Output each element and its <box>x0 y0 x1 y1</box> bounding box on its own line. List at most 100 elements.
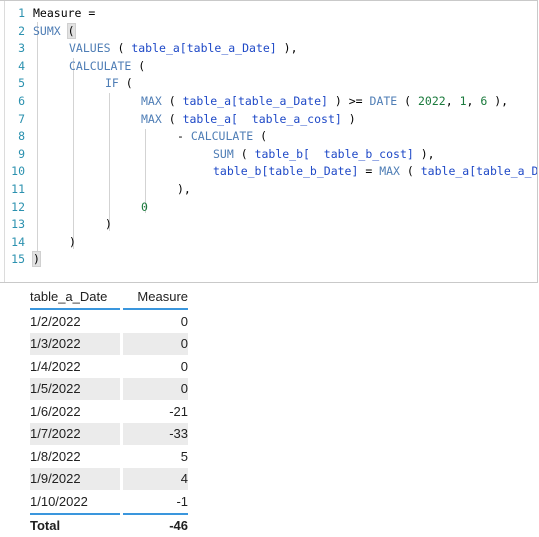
code-text[interactable]: MAX ( table_a[table_a_Date] ) >= DATE ( … <box>25 93 508 111</box>
code-text[interactable]: table_b[table_b_Date] = MAX ( table_a[ta… <box>25 163 538 181</box>
code-token-plain: ( <box>234 147 255 161</box>
code-text[interactable]: ) <box>25 251 40 269</box>
total-row: Total -46 <box>30 514 188 537</box>
code-token-plain: ), <box>277 41 298 55</box>
line-number: 11 <box>5 181 25 199</box>
code-token-plain: ( <box>397 94 418 108</box>
cell-date: 1/3/2022 <box>30 333 120 356</box>
cell-date: 1/10/2022 <box>30 490 120 514</box>
result-grid: table_a_Date Measure 1/2/202201/3/202201… <box>30 288 188 537</box>
code-token-plain: ) <box>342 112 356 126</box>
cell-measure: 4 <box>123 468 188 491</box>
code-text[interactable]: SUMX ( <box>25 23 75 41</box>
code-token-plain: = <box>358 164 379 178</box>
cell-date: 1/7/2022 <box>30 423 120 446</box>
code-token-plain: ( <box>253 129 267 143</box>
code-line[interactable]: 2SUMX ( <box>5 23 537 41</box>
code-line[interactable]: 11), <box>5 181 537 199</box>
code-token-col: table_b[ table_b_cost] <box>255 147 414 161</box>
cell-date: 1/2/2022 <box>30 309 120 333</box>
code-token-col: table_a[table_a_Date] <box>131 41 276 55</box>
code-text[interactable]: 0 <box>25 199 148 217</box>
cell-measure: 0 <box>123 333 188 356</box>
table-row[interactable]: 1/6/2022-21 <box>30 400 188 423</box>
code-token-plain: ), <box>414 147 435 161</box>
code-line[interactable]: 5IF ( <box>5 75 537 93</box>
table-header: table_a_Date Measure <box>30 288 188 309</box>
code-token-plain: Measure = <box>33 6 95 20</box>
cell-measure: -21 <box>123 400 188 423</box>
code-line[interactable]: 12 0 <box>5 199 537 217</box>
table-row[interactable]: 1/7/2022-33 <box>30 423 188 446</box>
code-text[interactable]: VALUES ( table_a[table_a_Date] ), <box>25 40 298 58</box>
total-value: -46 <box>123 514 188 537</box>
code-token-num: 1 <box>460 94 467 108</box>
code-token-num: 0 <box>141 200 148 214</box>
column-header-date[interactable]: table_a_Date <box>30 288 120 309</box>
line-number: 3 <box>5 40 25 58</box>
code-token-col: table_a[table_a_Date] <box>421 164 538 178</box>
code-text[interactable]: ) <box>25 234 76 252</box>
code-token-plain: ) <box>69 235 76 249</box>
line-number: 2 <box>5 23 25 41</box>
code-text[interactable]: Measure = <box>25 5 95 23</box>
line-number: 9 <box>5 146 25 164</box>
table-row[interactable]: 1/5/20220 <box>30 378 188 401</box>
code-text[interactable]: IF ( <box>25 75 133 93</box>
code-line[interactable]: 10table_b[table_b_Date] = MAX ( table_a[… <box>5 163 537 181</box>
measure-result-table[interactable]: table_a_Date Measure 1/2/202201/3/202201… <box>30 288 188 537</box>
line-number: 10 <box>5 163 25 181</box>
table-row[interactable]: 1/10/2022-1 <box>30 490 188 514</box>
table-row[interactable]: 1/2/20220 <box>30 309 188 333</box>
code-token-plain: , <box>446 94 460 108</box>
column-header-measure[interactable]: Measure <box>123 288 188 309</box>
code-line[interactable]: 4CALCULATE ( <box>5 58 537 76</box>
code-line[interactable]: 15) <box>5 251 537 269</box>
header-row: table_a_Date Measure <box>30 288 188 309</box>
code-token-plain: ( <box>162 94 183 108</box>
code-text[interactable]: MAX ( table_a[ table_a_cost] ) <box>25 111 356 129</box>
table-footer: Total -46 <box>30 514 188 537</box>
code-line[interactable]: 6MAX ( table_a[table_a_Date] ) >= DATE (… <box>5 93 537 111</box>
code-text[interactable]: ) <box>25 216 112 234</box>
code-text[interactable]: SUM ( table_b[ table_b_cost] ), <box>25 146 435 164</box>
table-row[interactable]: 1/4/20220 <box>30 355 188 378</box>
code-line[interactable]: 1Measure = <box>5 5 537 23</box>
code-line[interactable]: 7MAX ( table_a[ table_a_cost] ) <box>5 111 537 129</box>
dax-formula-editor[interactable]: 1Measure =2SUMX (3VALUES ( table_a[table… <box>0 0 538 283</box>
code-token-col: table_b[table_b_Date] <box>213 164 358 178</box>
code-token-plain: ( <box>111 41 132 55</box>
cell-date: 1/4/2022 <box>30 355 120 378</box>
code-text[interactable]: ), <box>25 181 191 199</box>
line-number: 8 <box>5 128 25 146</box>
code-token-plain <box>61 24 68 38</box>
line-number: 7 <box>5 111 25 129</box>
table-row[interactable]: 1/8/20225 <box>30 445 188 468</box>
code-token-plain: ) >= <box>328 94 370 108</box>
code-token-plain: ( <box>119 76 133 90</box>
code-text[interactable]: CALCULATE ( <box>25 58 145 76</box>
cell-date: 1/8/2022 <box>30 445 120 468</box>
code-token-plain: - <box>177 129 191 143</box>
code-lines[interactable]: 1Measure =2SUMX (3VALUES ( table_a[table… <box>5 5 537 269</box>
table-row[interactable]: 1/3/20220 <box>30 333 188 356</box>
cell-date: 1/6/2022 <box>30 400 120 423</box>
table-row[interactable]: 1/9/20224 <box>30 468 188 491</box>
cell-measure: 5 <box>123 445 188 468</box>
total-label: Total <box>30 514 120 537</box>
code-text[interactable]: - CALCULATE ( <box>25 128 267 146</box>
code-token-fn: VALUES <box>69 41 111 55</box>
code-line[interactable]: 14) <box>5 234 537 252</box>
code-token-plain: ( <box>131 59 145 73</box>
code-line[interactable]: 3VALUES ( table_a[table_a_Date] ), <box>5 40 537 58</box>
table-body: 1/2/202201/3/202201/4/202201/5/202201/6/… <box>30 309 188 514</box>
code-line[interactable]: 9SUM ( table_b[ table_b_cost] ), <box>5 146 537 164</box>
line-number: 12 <box>5 199 25 217</box>
code-token-fn: DATE <box>370 94 398 108</box>
cell-measure: 0 <box>123 355 188 378</box>
code-line[interactable]: 8- CALCULATE ( <box>5 128 537 146</box>
code-token-hl: ( <box>68 24 75 38</box>
cell-measure: -1 <box>123 490 188 514</box>
code-line[interactable]: 13) <box>5 216 537 234</box>
code-token-fn: IF <box>105 76 119 90</box>
